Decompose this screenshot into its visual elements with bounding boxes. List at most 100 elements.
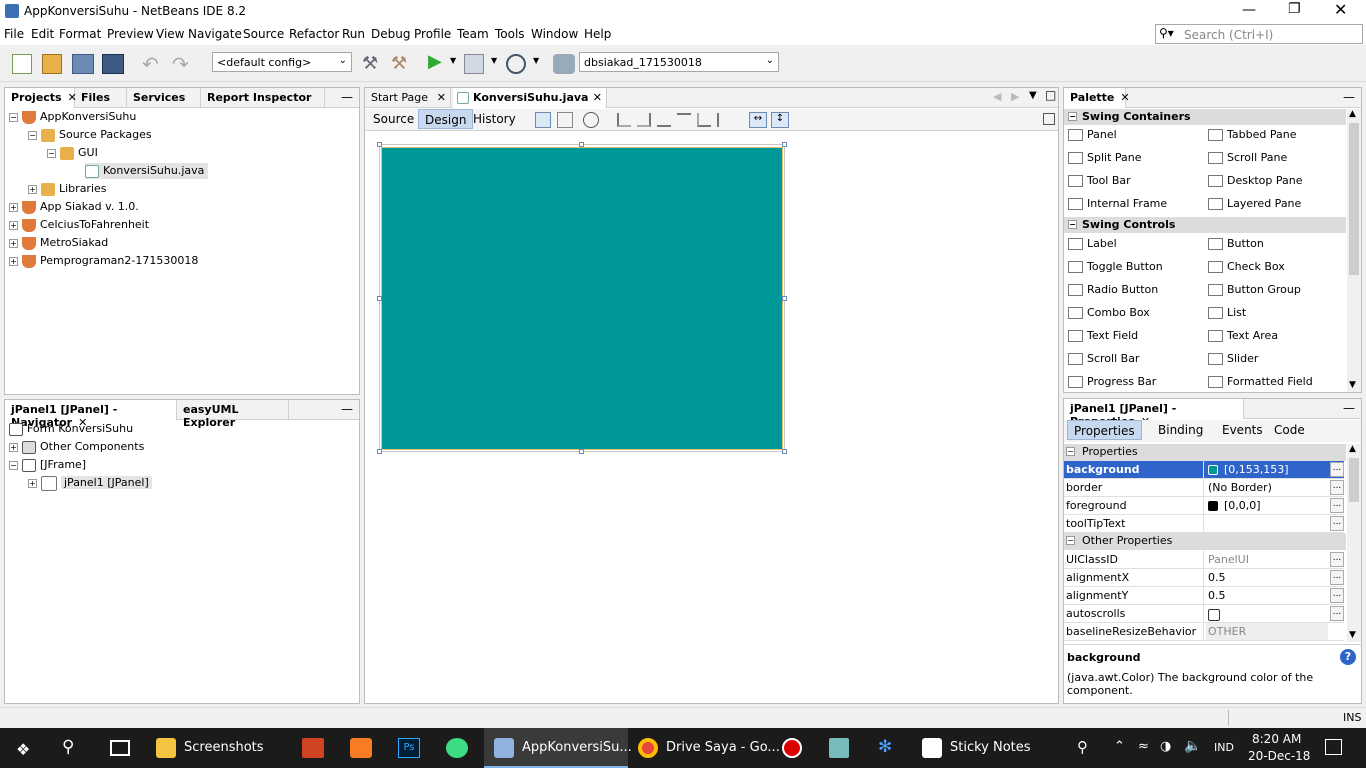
new-file-icon[interactable] [12,54,32,74]
run-dropdown-icon[interactable]: ▼ [450,56,456,65]
resize-handle[interactable] [782,142,787,147]
database-select[interactable]: dbsiakad_171530018 ⌄ [579,52,779,72]
clean-build-icon[interactable]: ⚒ [391,53,407,74]
palette-item-text-field[interactable]: Text Field [1068,327,1138,345]
design-tab[interactable]: Design [418,109,474,129]
palette-item-progress-bar[interactable]: Progress Bar [1068,373,1156,391]
palette-item-label[interactable]: Label [1068,235,1117,253]
maximize-button[interactable]: ❐ [1288,1,1301,17]
scroll-left-icon[interactable]: ◀ [993,90,1001,103]
taskbar-item-netbeans[interactable]: AppKonversiSu... [484,728,632,768]
ellipsis-button[interactable]: ... [1330,570,1344,585]
palette-item-layered-pane[interactable]: Layered Pane [1208,195,1301,213]
property-row-background[interactable]: background [0,153,153]... [1064,461,1344,479]
palette-item-split-pane[interactable]: Split Pane [1068,149,1142,167]
palette-item-desktop-pane[interactable]: Desktop Pane [1208,172,1302,190]
minimize-button[interactable]: — [1242,2,1256,18]
bluetooth-icon[interactable]: ✻ [878,737,892,757]
close-icon[interactable]: ✕ [593,91,602,104]
resize-handle[interactable] [579,142,584,147]
debug-dropdown-icon[interactable]: ▼ [491,56,497,65]
taskbar-item-chrome[interactable]: Drive Saya - Go... [638,728,780,768]
property-value[interactable]: [0,153,153] [1206,461,1328,478]
tree-item-project[interactable]: + MetroSiakad [9,235,108,251]
ellipsis-button[interactable]: ... [1330,516,1344,531]
collapse-icon[interactable]: − [9,460,18,470]
palette-item-button[interactable]: Button [1208,235,1264,253]
menu-team[interactable]: Team [457,27,489,41]
tab-konversisuhu-java[interactable]: KonversiSuhu.java ✕ [453,88,607,108]
tree-item-source-packages[interactable]: − Source Packages [28,127,152,143]
palette-item-button-group[interactable]: Button Group [1208,281,1301,299]
ellipsis-button[interactable]: ... [1330,552,1344,567]
property-row-baselineresizebehavior[interactable]: baselineResizeBehavior OTHER [1064,623,1344,641]
tab-properties-window[interactable]: jPanel1 [JPanel] - Properties✕ [1064,399,1244,428]
scroll-thumb[interactable] [1349,123,1359,275]
subtab-properties[interactable]: Properties [1067,420,1142,440]
resize-handle[interactable] [377,142,382,147]
build-hammer-icon[interactable]: ⚒ [362,53,378,74]
taskbar-item-sticky-notes[interactable]: Sticky Notes [922,728,1031,768]
vertical-resize-icon[interactable]: ↕ [771,112,789,128]
collapse-icon[interactable]: − [47,148,56,158]
minimize-panel-button[interactable]: — [1343,401,1355,415]
palette-item-panel[interactable]: Panel [1068,126,1117,144]
network-icon[interactable]: ◑ [1160,739,1171,754]
property-value[interactable]: (No Border) [1206,479,1328,496]
profile-icon[interactable] [506,54,526,74]
clock-date[interactable]: 20-Dec-18 [1248,749,1310,763]
debug-icon[interactable] [464,54,484,74]
section-other-properties[interactable]: − Other Properties [1064,533,1346,550]
property-value[interactable]: 0.5 [1206,569,1328,586]
volume-icon[interactable]: 🔈 [1184,738,1201,754]
tree-item-gui[interactable]: − GUI [47,145,98,161]
align-top-icon[interactable] [677,113,691,127]
ellipsis-button[interactable]: ... [1330,606,1344,621]
tree-item-appkonversisuhu[interactable]: − AppKonversiSuhu [9,109,136,125]
expand-icon[interactable]: + [9,202,18,212]
scroll-down-icon[interactable]: ▼ [1349,630,1356,640]
palette-item-toggle-button[interactable]: Toggle Button [1068,258,1163,276]
property-row-border[interactable]: border (No Border)... [1064,479,1344,497]
section-properties[interactable]: − Properties [1064,444,1346,461]
undo-icon[interactable]: ↶ [142,52,159,76]
collapse-icon[interactable]: − [1068,112,1077,121]
show-hidden-icons-icon[interactable]: ⌃ [1114,739,1125,754]
profile-dropdown-icon[interactable]: ▼ [533,56,539,65]
property-row-tooltiptext[interactable]: toolTipText... [1064,515,1344,533]
preview-design-icon[interactable] [583,112,599,128]
property-value[interactable]: [0,0,0] [1206,497,1328,514]
xampp-icon[interactable] [350,738,372,758]
center-vertically-icon[interactable] [717,113,731,127]
config-select[interactable]: <default config> ⌄ [212,52,352,72]
align-bottom-icon[interactable] [697,113,711,127]
menu-debug[interactable]: Debug [371,27,410,41]
design-canvas[interactable] [365,132,1058,703]
source-tab[interactable]: Source [367,109,420,129]
center-horizontally-icon[interactable] [657,113,671,127]
windows-start-icon[interactable]: ❖ [16,740,30,759]
property-row-uiclassid[interactable]: UIClassID PanelUI... [1064,551,1344,569]
tab-projects[interactable]: Projects ✕ [5,88,77,108]
minimize-panel-button[interactable]: — [341,90,353,104]
save-all-icon[interactable] [102,54,124,74]
palette-item-text-area[interactable]: Text Area [1208,327,1278,345]
tree-item-libraries[interactable]: + Libraries [28,181,107,197]
media-player-icon[interactable] [829,738,849,758]
history-tab[interactable]: History [467,109,522,129]
tree-item-konversisuhu-java[interactable]: KonversiSuhu.java [85,163,209,179]
expand-icon[interactable]: + [9,442,18,452]
property-row-alignmentx[interactable]: alignmentX 0.5... [1064,569,1344,587]
tree-item-project[interactable]: + App Siakad v. 1.0. [9,199,139,215]
menu-navigate[interactable]: Navigate [188,27,242,41]
collapse-icon[interactable]: − [1066,536,1075,545]
collapse-icon[interactable]: − [9,112,18,122]
subtab-events[interactable]: Events [1216,420,1269,440]
menu-help[interactable]: Help [584,27,611,41]
property-row-autoscrolls[interactable]: autoscrolls... [1064,605,1344,623]
menu-refactor[interactable]: Refactor [289,27,339,41]
menu-tools[interactable]: Tools [495,27,525,41]
tree-item-project[interactable]: + CelciusToFahrenheit [9,217,149,233]
wifi-icon[interactable]: ≈ [1138,739,1149,754]
search-taskbar-icon[interactable]: ⚲ [62,737,74,757]
